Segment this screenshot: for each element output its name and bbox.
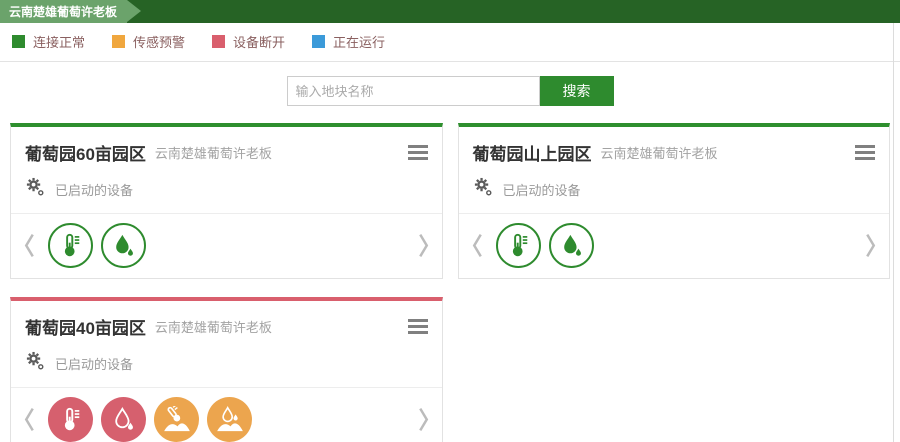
- gear-icon: [25, 177, 44, 201]
- card-header: 葡萄园60亩园区 云南楚雄葡萄许老板: [11, 127, 442, 170]
- running-status-swatch: [312, 35, 325, 48]
- status-legend: 连接正常 传感预警 设备断开 正在运行: [0, 23, 900, 62]
- sensor-carousel: [11, 214, 442, 278]
- plot-title: 葡萄园40亩园区: [25, 314, 146, 339]
- devices-row: 已启动的设备: [11, 170, 442, 214]
- devices-row: 已启动的设备: [459, 170, 890, 214]
- sensor-carousel: [11, 388, 442, 442]
- menu-icon[interactable]: [408, 140, 428, 165]
- plot-card: 葡萄园40亩园区 云南楚雄葡萄许老板 已启动的设备: [10, 297, 443, 442]
- legend-label: 连接正常: [33, 32, 85, 51]
- search-bar: 搜索: [0, 76, 900, 106]
- water-drop-icon[interactable]: [101, 397, 146, 442]
- chevron-left-icon[interactable]: [467, 232, 488, 259]
- water-drop-icon[interactable]: [549, 223, 594, 268]
- plot-title: 葡萄园60亩园区: [25, 140, 146, 165]
- plot-card: 葡萄园60亩园区 云南楚雄葡萄许老板 已启动的设备: [10, 123, 443, 279]
- sensor-icon-list: [496, 223, 602, 268]
- breadcrumb-tab: 云南楚雄葡萄许老板: [0, 0, 127, 23]
- devices-label: 已启动的设备: [55, 180, 133, 199]
- legend-item-connected: 连接正常: [12, 32, 85, 51]
- top-header-bar: 云南楚雄葡萄许老板: [0, 0, 900, 23]
- card-header: 葡萄园40亩园区 云南楚雄葡萄许老板: [11, 301, 442, 344]
- warning-status-swatch: [112, 35, 125, 48]
- plot-card-grid: 葡萄园60亩园区 云南楚雄葡萄许老板 已启动的设备: [0, 123, 900, 442]
- soil-moisture-icon[interactable]: [207, 397, 252, 442]
- disconnected-status-swatch: [212, 35, 225, 48]
- legend-label: 正在运行: [333, 32, 385, 51]
- plot-name-search-input[interactable]: [287, 76, 540, 106]
- sensor-icon-list: [48, 397, 260, 442]
- sensor-carousel: [459, 214, 890, 278]
- thermometer-icon[interactable]: [48, 397, 93, 442]
- menu-icon[interactable]: [408, 314, 428, 339]
- legend-item-running: 正在运行: [312, 32, 385, 51]
- connected-status-swatch: [12, 35, 25, 48]
- chevron-left-icon[interactable]: [19, 406, 40, 433]
- devices-label: 已启动的设备: [55, 354, 133, 373]
- gear-icon: [473, 177, 492, 201]
- chevron-left-icon[interactable]: [19, 232, 40, 259]
- search-button[interactable]: 搜索: [540, 76, 614, 106]
- legend-item-disconnected: 设备断开: [212, 32, 285, 51]
- legend-label: 设备断开: [233, 32, 285, 51]
- card-header: 葡萄园山上园区 云南楚雄葡萄许老板: [459, 127, 890, 170]
- thermometer-icon[interactable]: [496, 223, 541, 268]
- chevron-right-icon[interactable]: [413, 406, 434, 433]
- thermometer-icon[interactable]: [48, 223, 93, 268]
- gear-icon: [25, 351, 44, 375]
- water-drop-icon[interactable]: [101, 223, 146, 268]
- plot-subtitle: 云南楚雄葡萄许老板: [155, 143, 272, 162]
- plot-subtitle: 云南楚雄葡萄许老板: [601, 143, 718, 162]
- legend-item-sensor-warning: 传感预警: [112, 32, 185, 51]
- plot-subtitle: 云南楚雄葡萄许老板: [155, 317, 272, 336]
- chevron-right-icon[interactable]: [860, 232, 881, 259]
- page-edge-divider: [893, 23, 894, 442]
- plot-card: 葡萄园山上园区 云南楚雄葡萄许老板 已启动的设备: [458, 123, 891, 279]
- legend-label: 传感预警: [133, 32, 185, 51]
- menu-icon[interactable]: [855, 140, 875, 165]
- page-title: 云南楚雄葡萄许老板: [9, 3, 117, 20]
- devices-row: 已启动的设备: [11, 344, 442, 388]
- chevron-right-icon[interactable]: [413, 232, 434, 259]
- soil-temperature-icon[interactable]: [154, 397, 199, 442]
- plot-title: 葡萄园山上园区: [473, 140, 592, 165]
- sensor-icon-list: [48, 223, 154, 268]
- devices-label: 已启动的设备: [503, 180, 581, 199]
